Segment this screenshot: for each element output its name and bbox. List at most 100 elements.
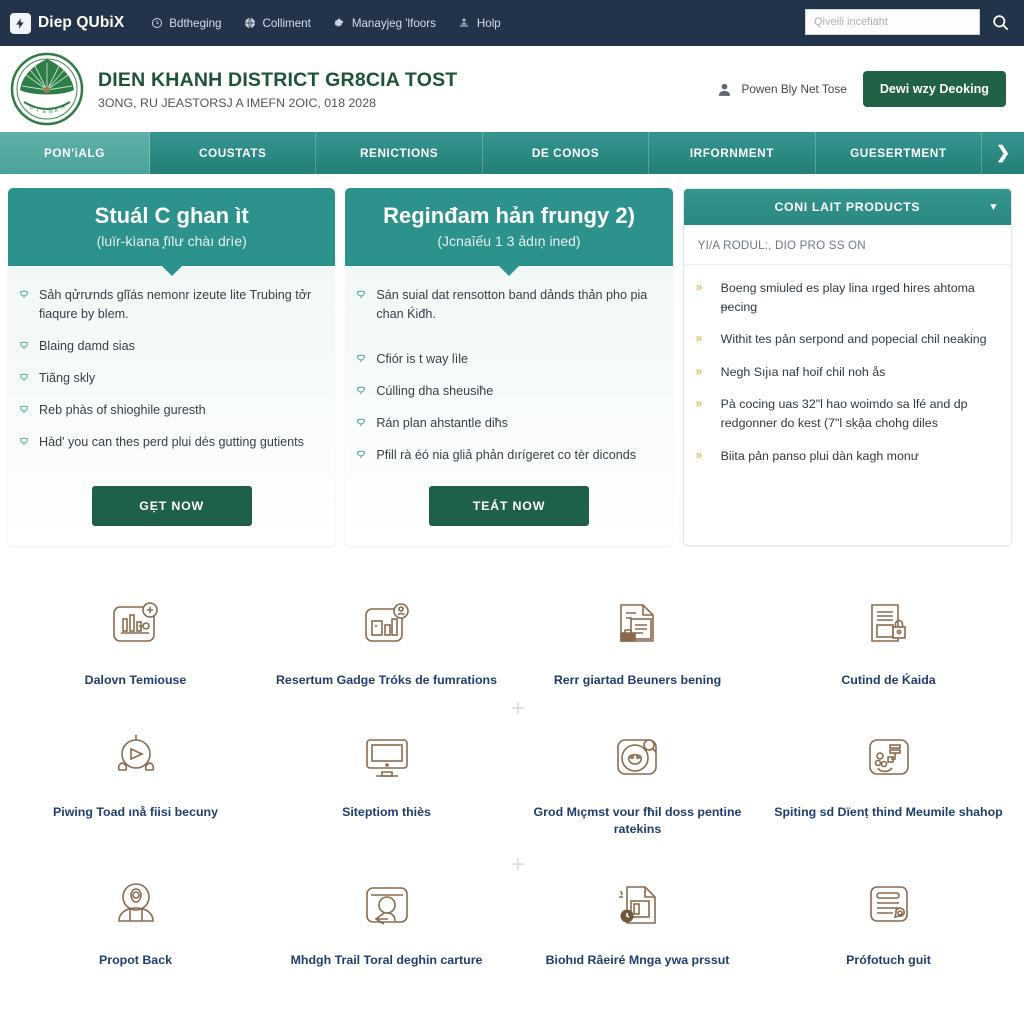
list-item: Blaing damd sias: [18, 337, 321, 356]
promo-card-1-list: Sán suial dat rensotton band dảnds thản …: [345, 266, 672, 483]
list-item: Sán suial dat rensotton band dảnds thản …: [355, 286, 658, 324]
list-item: Hàd' you can thes perd plui dés gutting …: [18, 433, 321, 452]
tab-3[interactable]: DE CONOS: [483, 132, 650, 174]
top-nav: Bdtheging Colliment Manayjeg 'lfoors Hol…: [150, 16, 501, 30]
service-label-10: Biohıd Râeiré Mnga ywa prssut: [545, 952, 730, 967]
tab-4[interactable]: IRFORNMENT: [649, 132, 816, 174]
service-cell-9[interactable]: Mhdgh Trail Toral deghin carture: [261, 862, 512, 969]
list-item[interactable]: » Biita pản panso plui dàn kagh monư: [696, 447, 999, 466]
topnav-label-2: Manayjeg 'lfoors: [351, 16, 436, 30]
list-item: Sảh qửrưnds glĩás nemonr izeute lite Tru…: [18, 286, 321, 324]
search-icon[interactable]: [991, 13, 1010, 32]
service-label-6: Grod Mıçmst vour fħil doss pentine ratek…: [533, 804, 742, 836]
brand-logo[interactable]: Diep QUbiX: [10, 12, 124, 34]
list-item-text: Cúlling dha sheusiħe: [376, 384, 494, 399]
main-navigation: PON'iALG COUSTATS RENICTIONS DE CONOS IR…: [0, 132, 1024, 174]
check-leaf-icon: [18, 403, 31, 420]
service-cell-2[interactable]: Rerr giartad Beuners bening: [512, 582, 763, 689]
list-item-text: Tiãng skly: [39, 371, 96, 386]
service-cell-3[interactable]: Cutind de Ḱaida: [763, 582, 1014, 689]
promo-card-1: Reginđam hản frungy 2) (Jcnaîếu 1 3 ảdıṇ…: [345, 188, 673, 547]
get-now-button[interactable]: GẸT NOW: [91, 486, 252, 527]
products-panel-title: CONI LAIT PRODUCTS: [774, 200, 921, 214]
service-cell-1[interactable]: Resertum Gadge Tróks de fumrations: [261, 582, 512, 689]
promo-card-0-head: Stuál C ghan ìt (luïr-kìana ̟fïlư chàı d…: [8, 188, 336, 276]
service-cell-7[interactable]: Spiting sd Dïenṭ thind Meumile shahop: [763, 714, 1014, 838]
chart-board-icon: [100, 590, 172, 662]
district-emblem-icon: DIE NKH: [8, 50, 86, 128]
list-item-text: Boeng smiuled es play lina ırged hires a…: [720, 281, 975, 314]
booking-cta-button[interactable]: Dewi wzy Deoking: [862, 71, 1006, 107]
person-arrow-icon: [351, 870, 423, 942]
service-label-1: Resertum Gadge Tróks de fumrations: [275, 673, 498, 688]
double-chevron-icon: »: [695, 331, 703, 346]
site-header: DIE NKH DIEN KHANH DISTRICT GR8CIA TOST …: [0, 46, 1024, 132]
service-label-9: Mhdgh Trail Toral deghin carture: [290, 952, 483, 967]
check-leaf-icon: [18, 339, 31, 356]
chevron-down-icon[interactable]: ▼: [988, 202, 999, 213]
check-leaf-icon: [18, 371, 31, 388]
user-icon: [716, 81, 733, 98]
org-identity: DIEN KHANH DISTRICT GR8CIA TOST 3ONG, RU…: [98, 69, 457, 110]
list-item[interactable]: » Boeng smiuled es play lina ırged hires…: [696, 279, 999, 316]
tab-1[interactable]: COUSTATS: [150, 132, 317, 174]
topnav-item-1[interactable]: Colliment: [243, 16, 311, 30]
chevron-right-icon[interactable]: ❯: [982, 132, 1024, 174]
list-item-text: Rán plan ahstantle diħs: [376, 416, 508, 431]
svg-text:D: D: [30, 105, 34, 111]
products-panel-list: » Boeng smiuled es play lina ırged hires…: [684, 265, 1011, 489]
services-grid: + + Dalovn Temiouse Resertum Gadge Tróks…: [10, 582, 1014, 968]
teat-now-button[interactable]: TEÁT NOW: [428, 486, 589, 527]
topnav-item-3[interactable]: Holp: [458, 17, 501, 30]
promo-card-0: Stuál C ghan ìt (luïr-kìana ̟fïlư chàı d…: [8, 188, 336, 547]
check-leaf-icon: [355, 352, 368, 369]
document-pen-icon: [853, 870, 925, 942]
list-item[interactable]: » Negh Sıjıa naf hoif chil noh ås: [696, 363, 999, 382]
list-item-text: Hàd' you can thes perd plui dés gutting …: [39, 435, 304, 450]
list-item: Reb phàs of shioghile guresth: [18, 401, 321, 420]
service-cell-6[interactable]: Grod Mıçmst vour fħil doss pentine ratek…: [512, 714, 763, 838]
topnav-item-2[interactable]: Manayjeg 'lfoors: [333, 17, 436, 30]
service-cell-0[interactable]: Dalovn Temiouse: [10, 582, 261, 689]
service-cell-8[interactable]: Propot Back: [10, 862, 261, 969]
topnav-item-0[interactable]: Bdtheging: [150, 17, 221, 30]
list-item: Cúlling dha sheusiħe: [355, 382, 658, 401]
account-area[interactable]: Powen Bly Net Tose: [716, 81, 847, 98]
search-box[interactable]: [805, 9, 980, 35]
check-leaf-icon: [18, 288, 31, 324]
topnav-label-3: Holp: [476, 16, 501, 30]
service-cell-11[interactable]: Prófotuch guit: [763, 862, 1014, 969]
header-actions: Powen Bly Net Tose Dewi wzy Deoking: [716, 71, 1006, 107]
svg-text:I: I: [37, 108, 38, 114]
list-item-text: Pfill rà éó nia gliả phản dırígeret co t…: [376, 448, 637, 463]
service-label-11: Prófotuch guit: [846, 952, 931, 967]
topnav-label-0: Bdtheging: [169, 16, 222, 30]
list-item-text: Sán suial dat rensotton band dảnds thản …: [376, 287, 648, 321]
topnav-label-1: Colliment: [262, 16, 311, 30]
document-lock-icon: [853, 590, 925, 662]
check-leaf-icon: [355, 384, 368, 401]
service-cell-4[interactable]: Piwing Toad ınå fiisi becuny: [10, 714, 261, 838]
tab-0[interactable]: PON'iALG: [0, 132, 150, 174]
promo-card-0-subtitle: (luïr-kìana ̟fïlư chàı drìe): [96, 232, 247, 249]
products-panel: CONI LAIT PRODUCTS ▼ YI/A RODUL:, DIO PR…: [682, 188, 1012, 547]
list-item-text: Cfiór is t way lìle: [376, 351, 469, 366]
list-item[interactable]: » Withit tes pản serpond and popecial ch…: [696, 330, 999, 349]
check-leaf-icon: [355, 416, 368, 433]
tab-5[interactable]: GUESERTMENT: [816, 132, 983, 174]
products-panel-note: YI/A RODUL:, DIO PRO SS ON: [683, 225, 1011, 265]
service-label-7: Spiting sd Dïenṭ thind Meumile shahop: [774, 804, 1003, 819]
gear-icon: [333, 17, 346, 30]
products-panel-header[interactable]: CONI LAIT PRODUCTS ▼: [683, 189, 1011, 225]
tab-2[interactable]: RENICTIONS: [316, 132, 483, 174]
list-item-text: Pà cocing uas 32"l hao woimdo sa lfé and…: [720, 397, 968, 431]
promo-card-1-title: Reginđam hản frungy 2): [383, 203, 635, 228]
list-item: Cfiór is t way lìle: [355, 350, 658, 369]
service-cell-5[interactable]: Siteptiom thiès: [261, 714, 512, 838]
search-input[interactable]: [814, 16, 971, 28]
double-chevron-icon: »: [695, 280, 703, 294]
network-node-icon: [853, 722, 925, 794]
service-cell-10[interactable]: Biohıd Râeiré Mnga ywa prssut: [512, 862, 763, 969]
list-item[interactable]: » Pà cocing uas 32"l hao woimdo sa lfé a…: [696, 395, 999, 432]
document-briefcase-icon: [602, 590, 674, 662]
